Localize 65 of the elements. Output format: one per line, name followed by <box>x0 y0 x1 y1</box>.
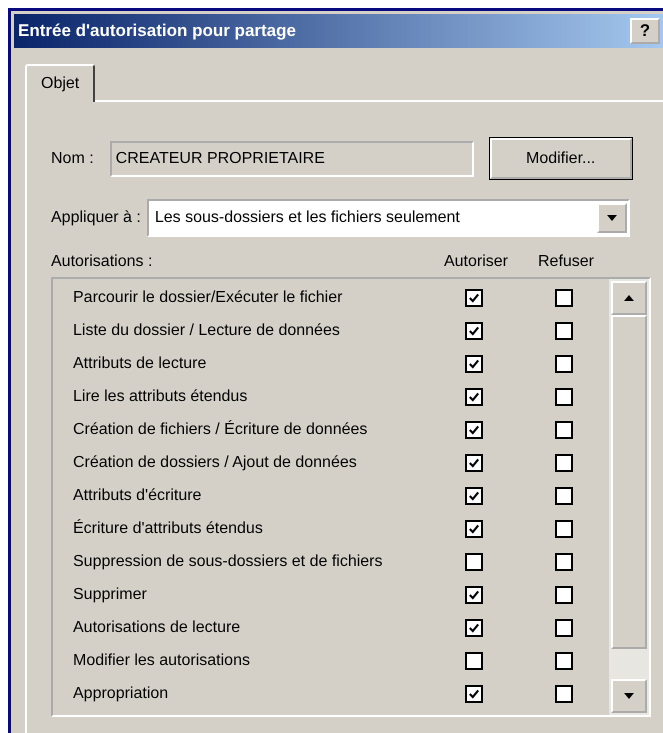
check-icon <box>468 324 480 336</box>
modify-button[interactable]: Modifier... <box>490 138 632 179</box>
allow-checkbox[interactable] <box>465 388 483 406</box>
deny-checkbox[interactable] <box>555 618 573 636</box>
apply-to-label: Appliquer à : <box>51 209 141 227</box>
permission-name: Création de dossiers / Ajout de données <box>73 454 358 472</box>
deny-checkbox[interactable] <box>555 420 573 438</box>
scroll-up-icon <box>624 295 634 301</box>
check-icon <box>468 588 480 600</box>
dropdown-arrow-icon <box>606 215 617 221</box>
tab[interactable]: Objet <box>25 64 96 102</box>
deny-checkbox[interactable] <box>555 288 573 306</box>
permission-name: Attributs de lecture <box>73 354 208 372</box>
permissions-label: Autorisations : <box>51 253 152 270</box>
column-header: Refuser <box>538 253 594 270</box>
scroll-down-icon <box>624 693 634 699</box>
apply-to-dropdown[interactable]: Les sous-dossiers et les fichiers seulement <box>146 199 630 237</box>
check-icon <box>468 358 480 370</box>
allow-checkbox[interactable] <box>465 288 483 306</box>
permission-name: Suppression de sous-dossiers et de fichiers <box>73 552 384 570</box>
allow-checkbox[interactable] <box>465 322 483 340</box>
deny-checkbox[interactable] <box>555 652 573 670</box>
allow-checkbox[interactable] <box>465 420 483 438</box>
allow-checkbox[interactable] <box>465 520 483 538</box>
deny-checkbox[interactable] <box>555 486 573 504</box>
allow-checkbox[interactable] <box>465 354 483 372</box>
name-field[interactable]: CREATEUR PROPRIETAIRE <box>110 140 474 176</box>
permission-name: Écriture d'attributs étendus <box>73 520 264 538</box>
deny-checkbox[interactable] <box>555 520 573 538</box>
check-icon <box>468 292 480 304</box>
permission-name: Attributs d'écriture <box>73 486 202 504</box>
permission-name: Appropriation <box>73 684 170 702</box>
permission-name: Liste du dossier / Lecture de données <box>73 322 341 340</box>
check-icon <box>468 390 480 402</box>
deny-checkbox[interactable] <box>555 322 573 340</box>
permission-name: Lire les attributs étendus <box>73 388 248 406</box>
column-header: Autoriser <box>444 253 508 270</box>
deny-checkbox[interactable] <box>555 586 573 604</box>
check-icon <box>468 490 480 502</box>
scrollbar[interactable] <box>609 279 649 715</box>
permission-name: Modifier les autorisations <box>73 652 251 670</box>
allow-checkbox[interactable] <box>465 618 483 636</box>
check-icon <box>468 456 480 468</box>
check-icon <box>468 688 480 700</box>
allow-checkbox[interactable] <box>465 684 483 702</box>
allow-checkbox[interactable] <box>465 486 483 504</box>
check-icon <box>468 522 480 534</box>
name-label: Nom : <box>51 150 94 168</box>
help-button[interactable]: ? <box>630 18 660 44</box>
allow-checkbox[interactable] <box>465 552 483 570</box>
permission-name: Parcourir le dossier/Exécuter le fichier <box>73 288 344 306</box>
deny-checkbox[interactable] <box>555 552 573 570</box>
permission-name: Autorisations de lecture <box>73 618 242 636</box>
deny-checkbox[interactable] <box>555 684 573 702</box>
window-title: Entrée d'autorisation pour partage <box>18 21 297 41</box>
check-icon <box>468 622 480 634</box>
allow-checkbox[interactable] <box>465 652 483 670</box>
permission-name: Création de fichiers / Écriture de données <box>73 420 368 438</box>
deny-checkbox[interactable] <box>555 454 573 472</box>
deny-checkbox[interactable] <box>555 388 573 406</box>
allow-checkbox[interactable] <box>465 454 483 472</box>
check-icon <box>468 424 480 436</box>
permission-name: Supprimer <box>73 586 148 604</box>
allow-checkbox[interactable] <box>465 586 483 604</box>
deny-checkbox[interactable] <box>555 354 573 372</box>
